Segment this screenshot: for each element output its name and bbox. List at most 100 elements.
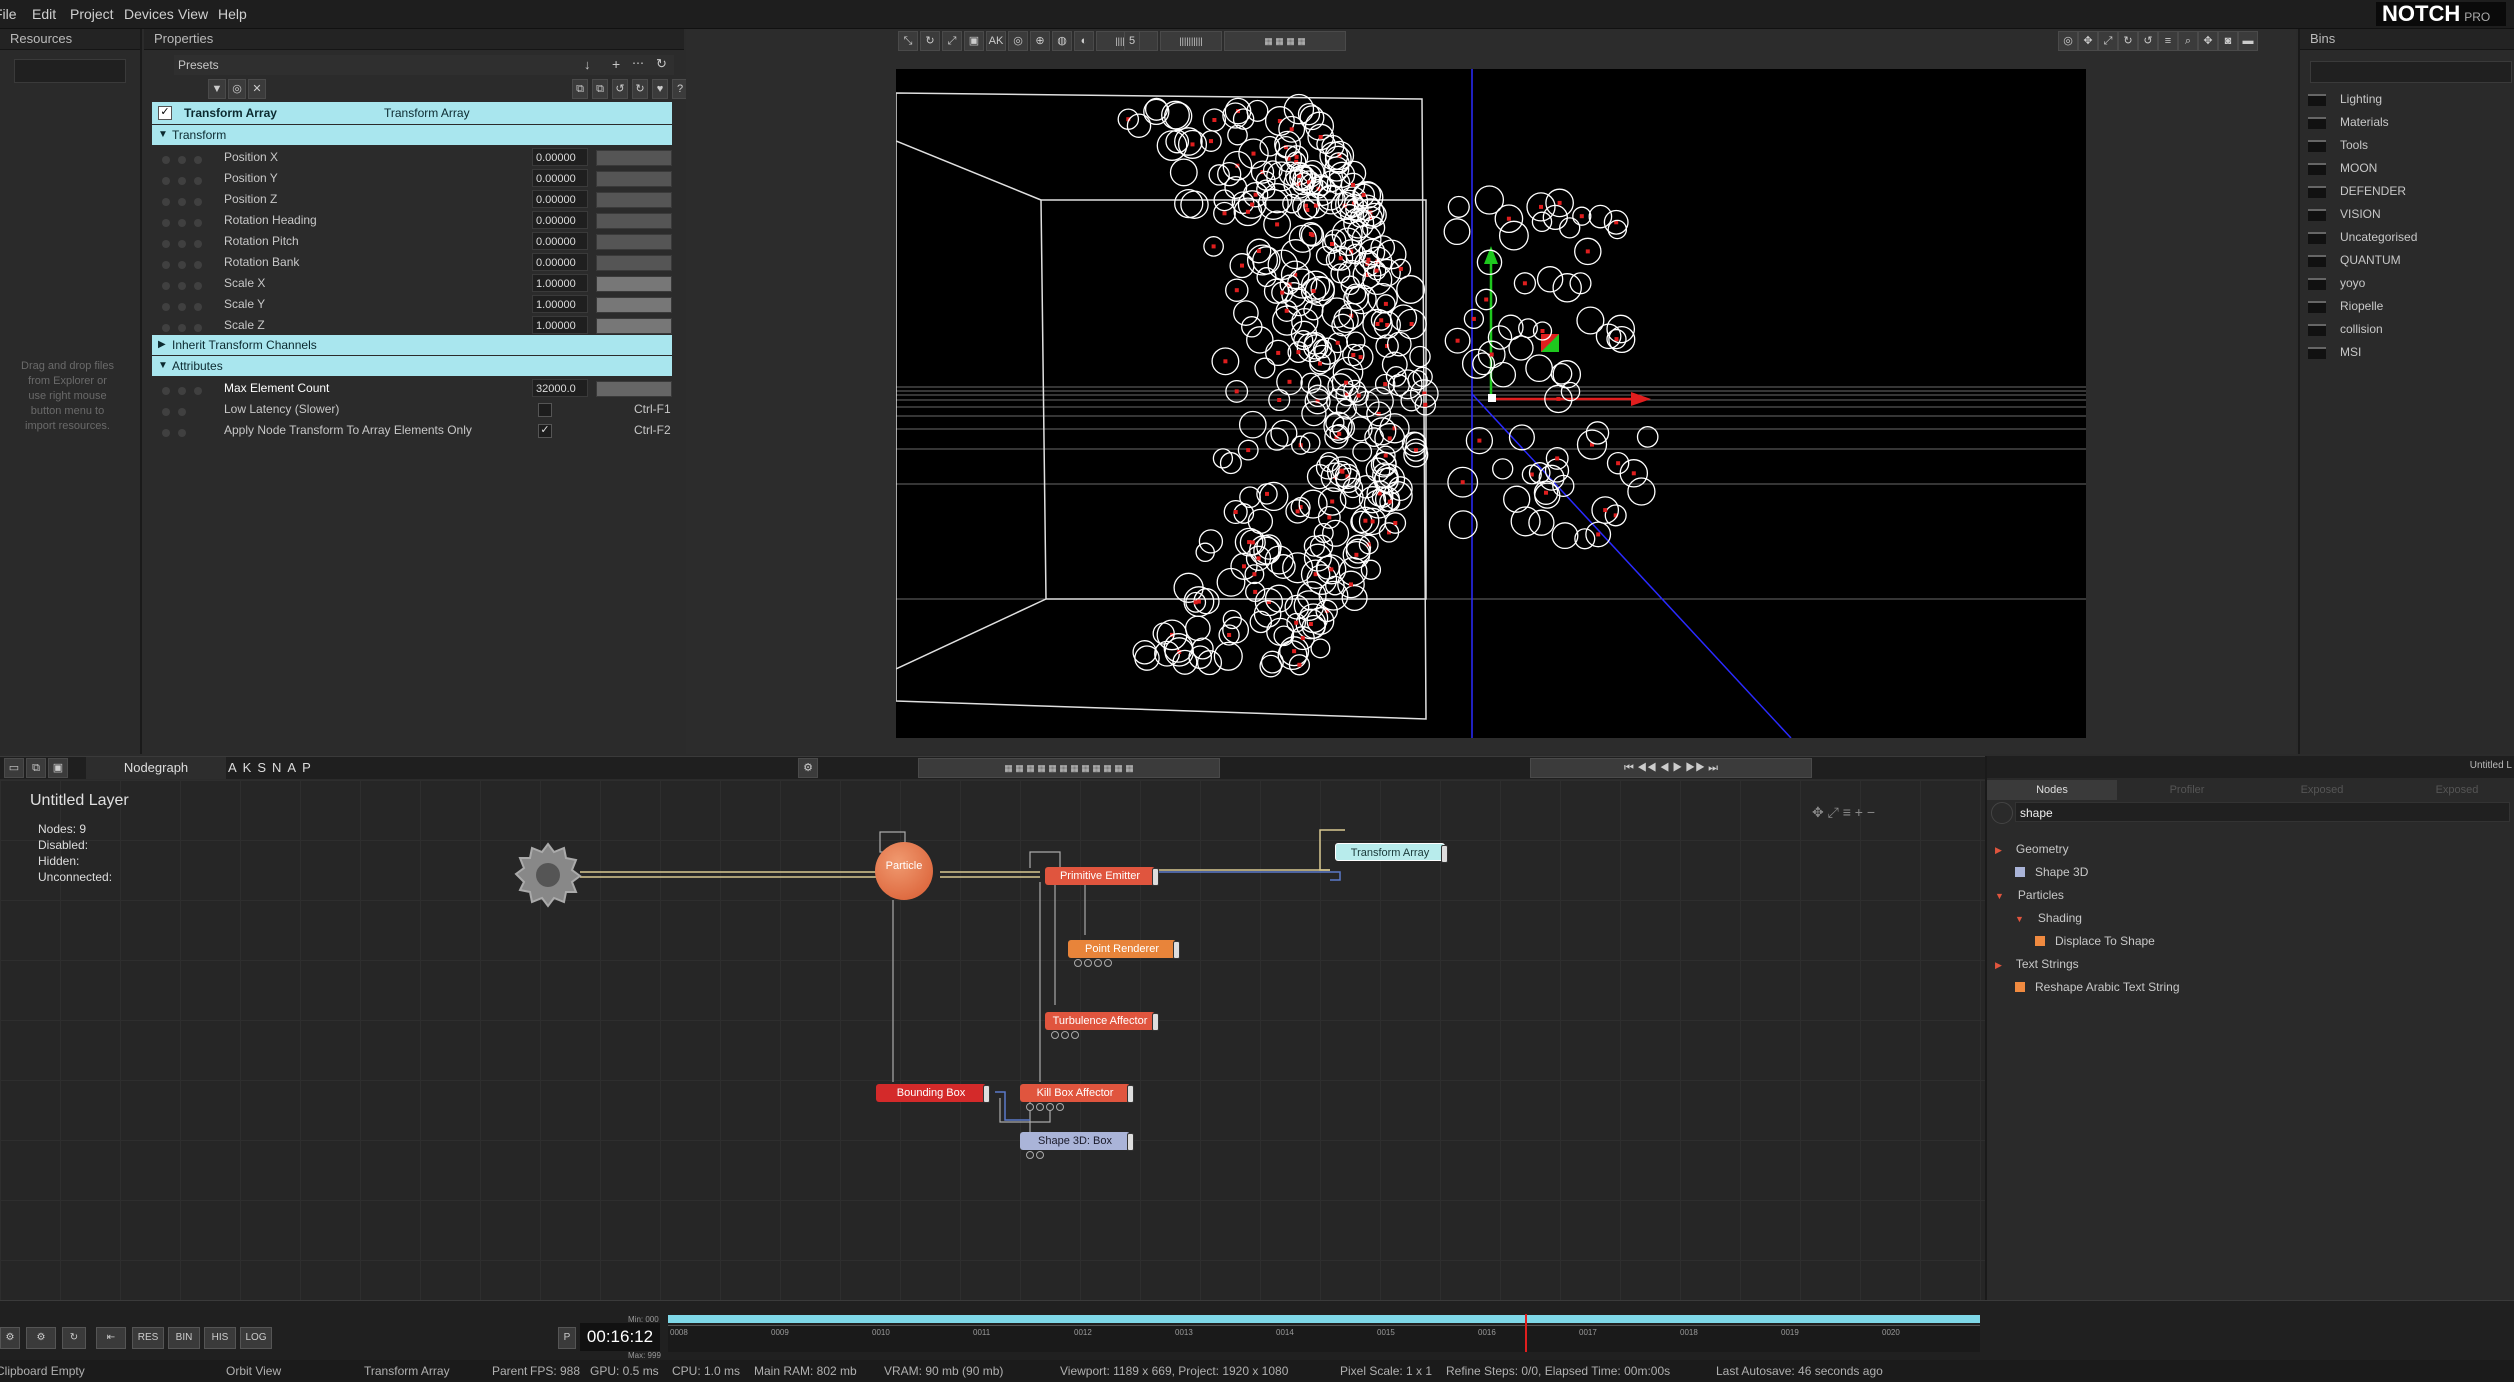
nodegraph-canvas[interactable]: Untitled Layer Nodes: 9 Disabled: Hidden… [0,780,1985,1300]
add-icon[interactable]: + [612,56,620,72]
apply-node-transform-checkbox[interactable]: ✓ [538,424,552,438]
keyframe-dots[interactable] [162,405,212,416]
node-kill-box-affector[interactable]: Kill Box Affector [1020,1084,1134,1111]
target-icon[interactable]: ◎ [1008,31,1028,51]
section-inherit[interactable]: ▶ Inherit Transform Channels [152,335,672,355]
keyframe-dots[interactable] [162,279,212,290]
frame-icon[interactable]: ▣ [964,31,984,51]
nodes-search-input[interactable]: shape [2015,802,2510,822]
property-value-field[interactable]: 0.00000 [532,232,588,250]
undo-icon[interactable]: ↻ [632,79,648,99]
tree-item[interactable]: Displace To Shape [2035,932,2155,950]
view-mode-buttons[interactable]: ▦ ▦ ▦ ▦ [1224,31,1346,51]
filter-icon[interactable]: ▼ [208,79,226,99]
menu-icon[interactable]: ≡ [2158,31,2178,51]
nodegraph-tool-letter[interactable]: P [302,760,317,775]
node-shape-3d-box[interactable]: Shape 3D: Box [1020,1132,1134,1159]
bin-item[interactable]: MOON [2308,159,2508,179]
nodegraph-toolbar-letters[interactable]: AKSNAP [228,760,317,775]
ak-icon[interactable]: AK [986,31,1006,51]
node-enabled-checkbox[interactable]: ✓ [158,106,172,120]
property-slider[interactable] [596,318,672,334]
screenshot-icon[interactable]: ◙ [2218,31,2238,51]
menu-file[interactable]: File [0,6,17,22]
heart-icon[interactable]: ♥ [652,79,668,99]
gear-icon[interactable]: ⚙ [26,1327,56,1349]
nodegraph-tool-letter[interactable]: A [228,760,243,775]
keyframe-dots[interactable] [162,237,212,248]
orbit-icon[interactable]: ↻ [2118,31,2138,51]
tree-item[interactable]: ▶ Geometry [1995,840,2069,858]
section-attributes[interactable]: ▼ Attributes [152,356,672,376]
timeline-range-bar[interactable] [668,1315,1980,1323]
settings-icon[interactable]: ⚙ [0,1327,20,1349]
tab-nodes-panel[interactable]: Profiler [2122,780,2252,800]
paste-icon[interactable]: ⧉ [592,79,608,99]
layer-root-node[interactable] [512,838,584,910]
property-value-field[interactable]: 0.00000 [532,211,588,229]
property-slider[interactable] [596,171,672,187]
node-turbulence-affector[interactable]: Turbulence Affector [1045,1012,1159,1039]
bin-item[interactable]: yoyo [2308,274,2508,294]
reset-icon[interactable]: ↺ [612,79,628,99]
bins-search-input[interactable] [2310,61,2512,83]
tree-item[interactable]: ▼ Particles [1995,886,2064,904]
tree-item[interactable]: ▼ Shading [2015,909,2082,927]
property-slider[interactable] [596,213,672,229]
bin-item[interactable]: VISION [2308,205,2508,225]
property-slider[interactable] [596,276,672,292]
copy-icon[interactable]: ⧉ [572,79,588,99]
bin-button[interactable]: BIN [168,1327,200,1349]
tab-nodegraph[interactable]: Nodegraph [86,757,226,779]
tab-nodes-panel[interactable]: Exposed [2392,780,2514,800]
property-slider[interactable] [596,255,672,271]
property-value-field[interactable]: 32000.0 [532,379,588,397]
his-button[interactable]: HIS [204,1327,236,1349]
keyframe-dots[interactable] [162,384,212,395]
node-primitive-emitter[interactable]: Primitive Emitter [1045,867,1159,886]
menu-view[interactable]: View [178,6,208,22]
p-button[interactable]: P [558,1327,576,1349]
fullscreen-icon[interactable]: ▬ [2238,31,2258,51]
tree-item[interactable]: Reshape Arabic Text String [2015,978,2180,996]
keyframe-dots[interactable] [162,300,212,311]
keyframe-dots[interactable] [162,153,212,164]
rewind-icon[interactable]: ⇤ [96,1327,126,1349]
menu-edit[interactable]: Edit [32,6,56,22]
more-icon[interactable]: ⋯ [632,56,644,70]
bin-item[interactable]: Riopelle [2308,297,2508,317]
search-icon[interactable] [1991,802,2013,824]
timeline-ruler[interactable]: 0008 0009 0010 0011 0012 0013 0014 0015 0016 0017… [668,1314,1980,1352]
layout-icon[interactable]: ⧉ [26,758,46,778]
bin-item[interactable]: collision [2308,320,2508,340]
keyframe-dots[interactable] [162,321,212,332]
keyframe-dots[interactable] [162,216,212,227]
move-icon[interactable]: ✥ [2078,31,2098,51]
property-value-field[interactable]: 1.00000 [532,274,588,292]
property-value-field[interactable]: 0.00000 [532,253,588,271]
property-slider[interactable] [596,150,672,166]
bin-item[interactable]: Materials [2308,113,2508,133]
tab-nodes-panel[interactable]: Nodes [1987,780,2117,800]
nodegraph-tool-letter[interactable]: A [287,760,302,775]
menu-devices[interactable]: Devices [124,6,174,22]
bin-item[interactable]: DEFENDER [2308,182,2508,202]
nodegraph-tool-letter[interactable]: S [257,760,272,775]
bin-item[interactable]: MSI [2308,343,2508,363]
property-value-field[interactable]: 0.00000 [532,148,588,166]
playhead[interactable] [1525,1314,1527,1352]
timecode-display[interactable]: 00:16:12 [580,1323,660,1351]
target-icon[interactable]: ◎ [228,79,246,99]
settings-icon[interactable]: ⚙ [798,758,818,778]
log-button[interactable]: LOG [240,1327,272,1349]
resources-search-input[interactable] [14,59,126,83]
property-slider[interactable] [596,234,672,250]
res-button[interactable]: RES [132,1327,164,1349]
keyframe-dots[interactable] [162,258,212,269]
crosshair-icon[interactable]: ⊕ [1030,31,1050,51]
world-icon[interactable]: ◍ [1052,31,1072,51]
refresh-icon[interactable]: ↻ [656,56,667,72]
property-value-field[interactable]: 1.00000 [532,316,588,334]
select-icon[interactable]: ⤡ [898,31,918,51]
bin-item[interactable]: Lighting [2308,90,2508,110]
